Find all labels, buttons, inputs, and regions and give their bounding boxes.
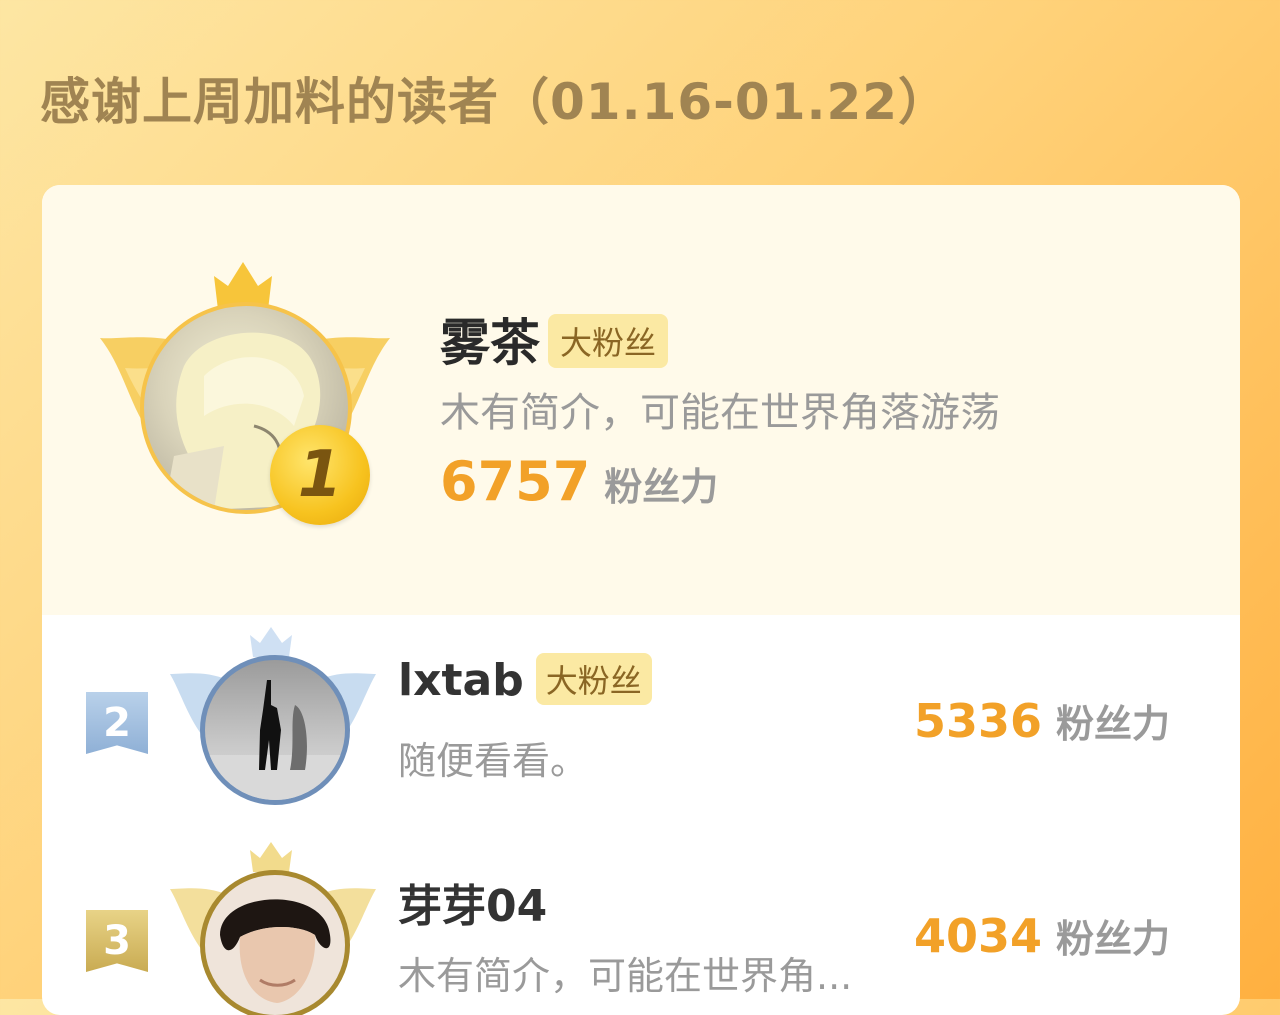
crown-icon (250, 627, 292, 657)
reader-name-text: lxtab (398, 655, 524, 706)
reader-name[interactable]: 芽芽04 (398, 870, 547, 934)
fan-power-unit: 粉丝力 (1055, 917, 1170, 961)
rank-2-flag: 2 (86, 692, 148, 754)
avatar[interactable] (200, 655, 350, 805)
fan-power-score: 4034 粉丝力 (914, 908, 1170, 963)
avatar[interactable] (200, 870, 350, 1015)
reader-bio: 木有简介，可能在世界角落游荡 (440, 390, 1000, 436)
list-item[interactable]: 2 lxtab 大粉丝 随便看看。 5336 粉丝力 (42, 625, 1240, 825)
fan-tag: 大粉丝 (535, 653, 652, 705)
top-reader-panel[interactable]: 1 雾茶 大粉丝 木有简介，可能在世界角落游荡 6757 粉丝力 (42, 185, 1240, 615)
page-title: 感谢上周加料的读者（01.16-01.22） (40, 73, 950, 131)
avatar-frame-bronze (170, 840, 380, 1015)
fan-power-score: 6757 粉丝力 (440, 450, 718, 513)
list-item[interactable]: 3 芽芽04 木有简介，可能在世界角... 4034 粉丝力 (42, 840, 1240, 1015)
reader-ranking-card: 1 雾茶 大粉丝 木有简介，可能在世界角落游荡 6757 粉丝力 2 lxtab… (42, 185, 1240, 1015)
crown-icon (250, 842, 292, 872)
fan-power-score: 5336 粉丝力 (914, 693, 1170, 748)
avatar-frame-silver (170, 625, 380, 815)
fan-power-value: 5336 (913, 694, 1042, 748)
fan-power-unit: 粉丝力 (604, 465, 719, 509)
rank-3-flag: 3 (86, 910, 148, 972)
fan-power-value: 4034 (913, 909, 1042, 963)
fan-power-unit: 粉丝力 (1055, 702, 1170, 746)
reader-name-text: 雾茶 (440, 314, 540, 372)
reader-bio: 随便看看。 (398, 739, 589, 783)
fan-tag: 大粉丝 (548, 313, 669, 368)
reader-name[interactable]: 雾茶 大粉丝 (440, 303, 669, 375)
reader-name[interactable]: lxtab 大粉丝 (398, 653, 652, 709)
avatar-frame-gold: 1 (100, 260, 390, 530)
reader-bio: 木有简介，可能在世界角... (398, 954, 853, 998)
avatar-photo (205, 680, 345, 800)
fan-power-value: 6757 (440, 450, 591, 513)
rank-1-badge: 1 (270, 425, 370, 525)
avatar-photo (220, 899, 331, 1003)
